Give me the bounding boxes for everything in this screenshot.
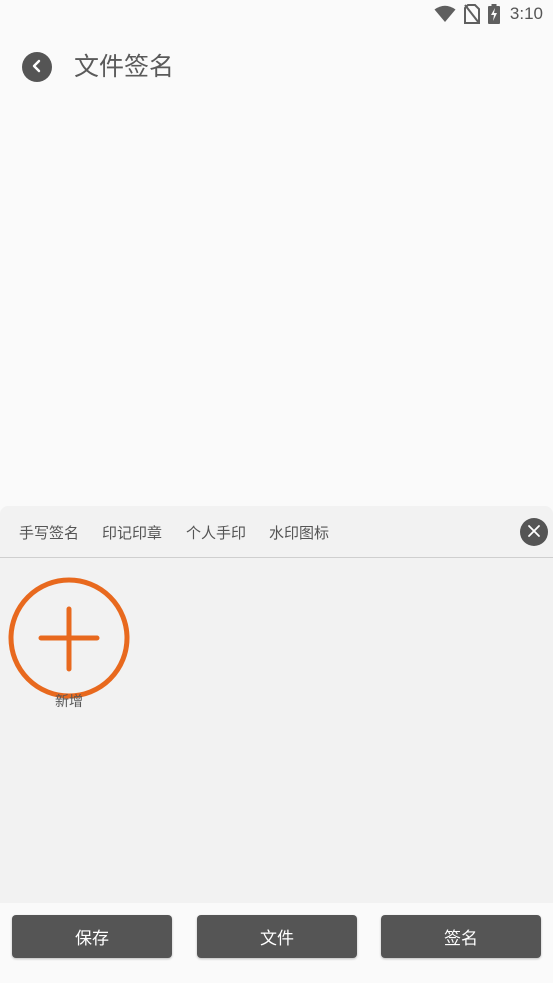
bottom-action-bar: 保存 文件 签名 [0,903,553,983]
tab-fingerprint[interactable]: 个人手印 [186,523,246,543]
no-sim-icon [463,4,480,24]
status-bar: 3:10 [0,0,553,30]
battery-charging-icon [487,4,500,24]
tab-watermark-icon[interactable]: 水印图标 [269,523,329,543]
sign-button[interactable]: 签名 [381,915,541,958]
page-title: 文件签名 [74,52,175,81]
plus-circle-icon [8,577,130,699]
tab-handwritten-signature[interactable]: 手写签名 [19,523,79,543]
save-button[interactable]: 保存 [12,915,172,958]
signature-panel: 手写签名 印记印章 个人手印 水印图标 新增 [0,506,553,903]
tab-bar: 手写签名 印记印章 个人手印 水印图标 [0,506,553,558]
file-button[interactable]: 文件 [197,915,357,958]
chevron-left-icon [30,58,44,77]
close-panel-button[interactable] [520,518,548,546]
back-button[interactable] [22,52,52,82]
tab-seal-stamp[interactable]: 印记印章 [102,523,162,543]
wifi-icon [434,5,456,23]
status-icons: 3:10 [434,4,543,24]
close-icon [527,523,541,542]
status-time: 3:10 [509,4,543,23]
add-new-label: 新增 [55,694,83,710]
add-new-tile[interactable]: 新增 [8,577,132,717]
page: 3:10 文件签名 手写签名 印记印章 个人手印 水印图标 新增 保存 文件 签… [0,0,553,983]
